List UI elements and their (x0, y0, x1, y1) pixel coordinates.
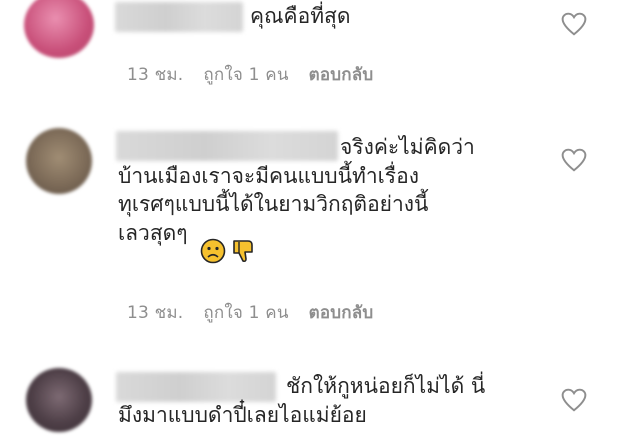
like-count[interactable]: ถูกใจ 1 คน (203, 299, 288, 326)
emoji-group (200, 238, 257, 264)
reply-button[interactable]: ตอบกลับ (309, 299, 374, 326)
comment-item: จริงค่ะไม่คิดว่า บ้านเมืองเราจะมีคนแบบนี… (0, 120, 640, 350)
comment-time[interactable]: 13 ชม. (127, 61, 183, 88)
comment-text-body: จริงค่ะไม่คิดว่า บ้านเมืองเราจะมีคนแบบนี… (118, 135, 475, 245)
username-blurred[interactable] (115, 2, 243, 32)
comment-meta: 13 ชม. ถูกใจ 1 คน ตอบกลับ (127, 61, 373, 88)
comment-text: คุณคือที่สุด (250, 4, 351, 28)
comment-meta: 13 ชม. ถูกใจ 1 คน ตอบกลับ (127, 299, 373, 326)
avatar[interactable] (26, 368, 92, 432)
heart-outline-icon[interactable] (561, 12, 587, 36)
comment-text: จริงค่ะไม่คิดว่า บ้านเมืองเราจะมีคนแบบนี… (118, 133, 475, 245)
comment-time[interactable]: 13 ชม. (127, 299, 183, 326)
avatar[interactable] (24, 0, 94, 58)
reply-button[interactable]: ตอบกลับ (309, 61, 374, 88)
comment-text-body: ชักให้กูหน่อยก็ไม่ได้ นี่ มึงมาแบบดำปี๋เ… (118, 374, 486, 427)
avatar[interactable] (26, 128, 92, 194)
thumbs-down-emoji (233, 240, 253, 263)
heart-outline-icon[interactable] (561, 388, 587, 412)
comment-item: ชักให้กูหน่อยก็ไม่ได้ นี่ มึงมาแบบดำปี๋เ… (0, 360, 640, 437)
comment-item: คุณคือที่สุด 13 ชม. ถูกใจ 1 คน ตอบกลับ (0, 0, 640, 100)
frowning-face-emoji (200, 238, 226, 264)
heart-outline-icon[interactable] (561, 148, 587, 172)
like-count[interactable]: ถูกใจ 1 คน (203, 61, 288, 88)
